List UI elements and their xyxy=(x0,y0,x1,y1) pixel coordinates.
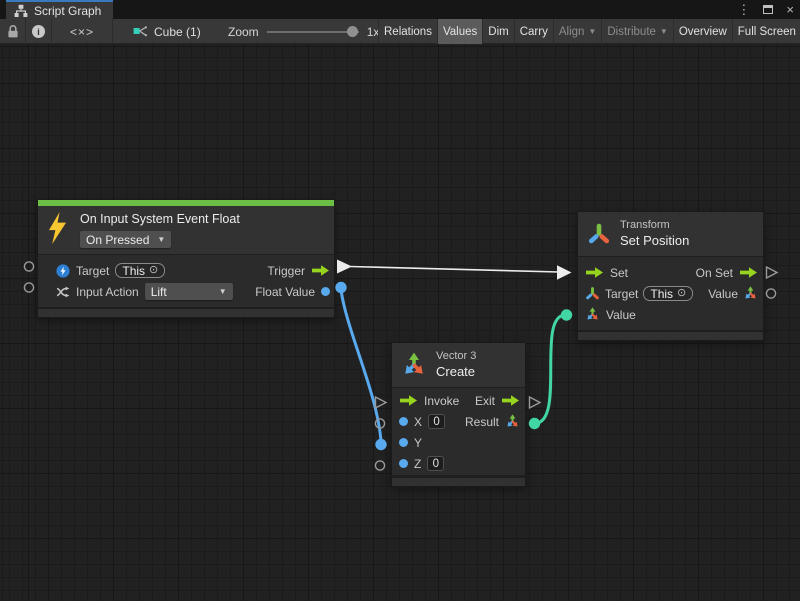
port-row-set: Set On Set xyxy=(578,262,763,283)
node-footer xyxy=(38,307,334,317)
carry-button[interactable]: Carry xyxy=(514,19,553,44)
x-value-field[interactable]: 0 xyxy=(428,414,445,429)
port-row-invoke: Invoke Exit xyxy=(392,390,525,411)
z-value-field[interactable]: 0 xyxy=(427,456,444,471)
window-maximize-icon[interactable] xyxy=(763,5,773,14)
node-title: Create xyxy=(436,364,476,379)
transform-port-icon xyxy=(585,286,600,301)
distribute-button[interactable]: Distribute ▼ xyxy=(601,19,673,44)
lock-icon xyxy=(7,24,19,39)
full-screen-button[interactable]: Full Screen xyxy=(732,19,800,44)
port-row-value: Value xyxy=(578,304,763,325)
toolbar-left-group: i <×> xyxy=(0,19,113,44)
flow-arrow-icon xyxy=(585,266,604,279)
zoom-slider-track[interactable] xyxy=(267,31,359,33)
target-object-field[interactable]: This ⊙ xyxy=(115,263,165,278)
tab-script-graph[interactable]: Script Graph xyxy=(6,0,113,19)
lock-button[interactable] xyxy=(0,19,26,44)
float-port-icon xyxy=(399,417,408,426)
overview-button[interactable]: Overview xyxy=(673,19,732,44)
input-action-dropdown[interactable]: Lift ▼ xyxy=(145,283,233,300)
info-glyph: i xyxy=(37,27,40,37)
node-body: Target This ⊙ Trigger xyxy=(38,254,334,307)
vector3-icon xyxy=(401,352,427,378)
float-port-icon xyxy=(399,459,408,468)
zoom-slider-handle[interactable] xyxy=(347,26,358,37)
flow-arrow-icon xyxy=(311,264,330,277)
chevron-down-icon: ▼ xyxy=(157,236,165,244)
chevron-down-icon: ▼ xyxy=(219,288,227,296)
deselect-icon: <×> xyxy=(70,25,94,39)
zoom-slider[interactable] xyxy=(267,19,359,44)
float-value-output-port[interactable] xyxy=(335,282,346,293)
chevron-down-icon: ▼ xyxy=(588,28,596,36)
vector3-port-icon xyxy=(743,286,758,301)
toolbar-buttons: Relations Values Dim Carry Align ▼ Distr… xyxy=(378,19,800,44)
port-row-target: Target This ⊙ Trigger xyxy=(38,260,334,281)
target-object-field[interactable]: This ⊙ xyxy=(643,286,693,301)
graph-name-label: Cube (1) xyxy=(154,25,201,39)
node-category: Transform xyxy=(620,219,689,231)
window-titlebar: Script Graph ⋮ × xyxy=(0,0,800,19)
object-picker-icon: ⊙ xyxy=(149,265,158,276)
node-transform-set-position[interactable]: Transform Set Position Set On Set xyxy=(578,212,763,340)
vector3-port-icon xyxy=(505,414,520,429)
node-title: Set Position xyxy=(620,233,689,248)
flow-arrow-icon xyxy=(501,394,520,407)
window-close-icon[interactable]: × xyxy=(786,0,794,19)
flow-arrow-icon xyxy=(739,266,758,279)
float-port-icon xyxy=(399,438,408,447)
node-body: Set On Set Target This ⊙ xyxy=(578,256,763,330)
graph-asset-icon xyxy=(133,25,147,39)
y-input-port[interactable] xyxy=(375,439,386,450)
tab-title: Script Graph xyxy=(34,4,101,18)
node-footer xyxy=(392,475,525,486)
node-on-input-system-event-float[interactable]: On Input System Event Float On Pressed ▼… xyxy=(38,200,334,317)
zoom-control: Zoom 1x xyxy=(228,19,379,44)
port-row-target: Target This ⊙ Value xyxy=(578,283,763,304)
node-footer xyxy=(578,330,763,340)
transform-icon xyxy=(587,222,611,246)
window-controls: ⋮ × xyxy=(737,0,794,19)
object-picker-icon: ⊙ xyxy=(677,288,686,299)
node-header: Transform Set Position xyxy=(578,212,763,256)
graph-toolbar: i <×> Cube (1) Zoom 1x Relations Values … xyxy=(0,19,800,44)
inspect-button[interactable]: i xyxy=(26,19,52,44)
dim-button[interactable]: Dim xyxy=(482,19,513,44)
zoom-label: Zoom xyxy=(228,25,259,39)
event-mode-dropdown[interactable]: On Pressed ▼ xyxy=(80,231,171,248)
node-title: On Input System Event Float xyxy=(80,212,240,226)
port-row-input-action: Input Action Lift ▼ Float Value xyxy=(38,281,334,302)
script-graph-icon xyxy=(14,4,28,18)
input-action-icon xyxy=(56,285,70,299)
align-button[interactable]: Align ▼ xyxy=(553,19,602,44)
window-menu-icon[interactable]: ⋮ xyxy=(737,0,750,19)
value-input-port[interactable] xyxy=(561,309,572,320)
info-icon: i xyxy=(32,25,45,38)
graph-breadcrumb[interactable]: Cube (1) xyxy=(133,19,201,44)
result-output-port[interactable] xyxy=(529,418,540,429)
flow-arrow-icon xyxy=(399,394,418,407)
deselect-button[interactable]: <×> xyxy=(52,19,113,44)
port-row-y: Y xyxy=(392,432,525,453)
lightning-bolt-icon xyxy=(46,212,69,244)
chevron-down-icon: ▼ xyxy=(660,28,668,36)
port-row-x: X 0 Result xyxy=(392,411,525,432)
node-body: Invoke Exit X 0 Result xyxy=(392,387,525,475)
node-category: Vector 3 xyxy=(436,350,476,362)
input-system-icon xyxy=(56,264,70,278)
node-header: On Input System Event Float On Pressed ▼ xyxy=(38,206,334,254)
relations-button[interactable]: Relations xyxy=(378,19,437,44)
float-port-icon xyxy=(321,287,330,296)
node-vector3-create[interactable]: Vector 3 Create Invoke Exit X 0 xyxy=(392,343,525,486)
port-row-z: Z 0 xyxy=(392,453,525,474)
values-button[interactable]: Values xyxy=(437,19,482,44)
node-header: Vector 3 Create xyxy=(392,343,525,387)
vector3-port-icon xyxy=(585,307,600,322)
